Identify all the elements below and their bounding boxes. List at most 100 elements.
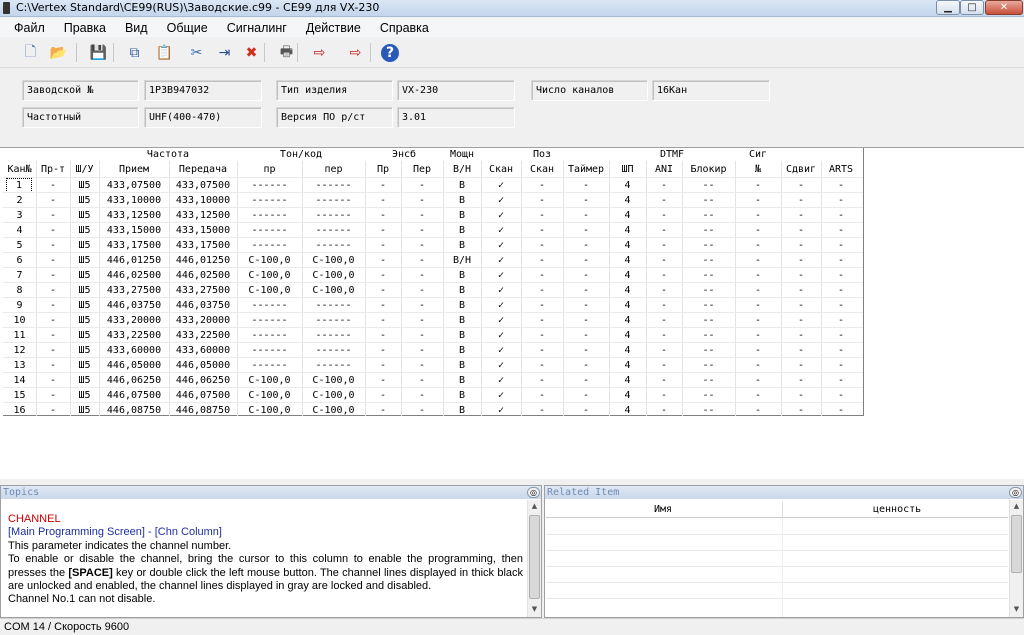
- grid-cell[interactable]: --: [682, 253, 735, 268]
- grid-cell[interactable]: 4: [609, 403, 646, 418]
- grid-cell[interactable]: ✓: [481, 388, 521, 403]
- channel-number-cell[interactable]: 9: [3, 298, 36, 313]
- column-header[interactable]: ANI: [646, 164, 682, 175]
- grid-cell[interactable]: C-100,0: [302, 388, 365, 403]
- grid-cell[interactable]: -: [365, 403, 401, 418]
- read-radio-icon[interactable]: ⇨: [309, 42, 330, 63]
- grid-cell[interactable]: 4: [609, 328, 646, 343]
- grid-cell[interactable]: -: [365, 388, 401, 403]
- grid-cell[interactable]: В: [443, 238, 481, 253]
- grid-cell[interactable]: В: [443, 358, 481, 373]
- grid-cell[interactable]: --: [682, 208, 735, 223]
- grid-cell[interactable]: ------: [237, 193, 302, 208]
- grid-cell[interactable]: -: [735, 298, 781, 313]
- grid-cell[interactable]: 433,10000: [169, 193, 237, 208]
- grid-cell[interactable]: -: [401, 268, 443, 283]
- grid-cell[interactable]: ------: [302, 328, 365, 343]
- grid-cell[interactable]: ------: [237, 328, 302, 343]
- grid-cell[interactable]: -: [365, 313, 401, 328]
- grid-cell[interactable]: Ш5: [70, 388, 99, 403]
- grid-cell[interactable]: --: [682, 343, 735, 358]
- delete-icon[interactable]: ✖: [241, 42, 262, 63]
- grid-cell[interactable]: -: [36, 223, 70, 238]
- menu-item[interactable]: Вид: [125, 21, 148, 35]
- grid-cell[interactable]: -: [735, 223, 781, 238]
- channel-number-cell[interactable]: 16: [3, 403, 36, 418]
- grid-cell[interactable]: -: [36, 373, 70, 388]
- grid-cell[interactable]: -: [36, 208, 70, 223]
- grid-cell[interactable]: 446,01250: [169, 253, 237, 268]
- maximize-button[interactable]: □: [960, 0, 984, 15]
- grid-cell[interactable]: ------: [237, 358, 302, 373]
- grid-cell[interactable]: -: [401, 178, 443, 193]
- grid-cell[interactable]: -: [365, 373, 401, 388]
- grid-cell[interactable]: C-100,0: [302, 253, 365, 268]
- channel-number-cell[interactable]: 2: [3, 193, 36, 208]
- column-header[interactable]: пр: [237, 164, 302, 175]
- grid-cell[interactable]: --: [682, 178, 735, 193]
- grid-cell[interactable]: В: [443, 193, 481, 208]
- grid-cell[interactable]: В/Н: [443, 253, 481, 268]
- grid-cell[interactable]: -: [365, 298, 401, 313]
- help-icon[interactable]: ?: [381, 44, 399, 62]
- grid-cell[interactable]: В: [443, 343, 481, 358]
- grid-cell[interactable]: -: [735, 328, 781, 343]
- grid-cell[interactable]: В: [443, 178, 481, 193]
- grid-cell[interactable]: -: [646, 193, 682, 208]
- grid-cell[interactable]: -: [365, 268, 401, 283]
- grid-cell[interactable]: 446,03750: [99, 298, 169, 313]
- paste-icon[interactable]: 📋: [154, 42, 175, 63]
- grid-cell[interactable]: -: [521, 238, 563, 253]
- channel-number-cell[interactable]: 3: [3, 208, 36, 223]
- grid-cell[interactable]: -: [735, 268, 781, 283]
- grid-cell[interactable]: -: [646, 208, 682, 223]
- grid-cell[interactable]: -: [401, 283, 443, 298]
- grid-cell[interactable]: -: [646, 373, 682, 388]
- grid-cell[interactable]: -: [521, 343, 563, 358]
- grid-cell[interactable]: Ш5: [70, 313, 99, 328]
- close-button[interactable]: ✕: [985, 0, 1023, 15]
- grid-cell[interactable]: -: [521, 253, 563, 268]
- grid-cell[interactable]: Ш5: [70, 343, 99, 358]
- grid-cell[interactable]: --: [682, 403, 735, 418]
- menu-item[interactable]: Действие: [306, 21, 361, 35]
- column-header[interactable]: Сдвиг: [781, 164, 821, 175]
- grid-cell[interactable]: --: [682, 193, 735, 208]
- grid-cell[interactable]: ------: [237, 238, 302, 253]
- topics-scrollbar[interactable]: ▲ ▼: [527, 500, 541, 617]
- grid-cell[interactable]: ✓: [481, 298, 521, 313]
- grid-cell[interactable]: 4: [609, 373, 646, 388]
- grid-cell[interactable]: ------: [237, 208, 302, 223]
- column-header[interactable]: ARTS: [821, 164, 861, 175]
- scroll-down-icon[interactable]: ▼: [1010, 603, 1023, 616]
- grid-cell[interactable]: Ш5: [70, 238, 99, 253]
- grid-cell[interactable]: 4: [609, 313, 646, 328]
- grid-cell[interactable]: -: [521, 328, 563, 343]
- grid-cell[interactable]: Ш5: [70, 403, 99, 418]
- grid-cell[interactable]: Ш5: [70, 268, 99, 283]
- grid-cell[interactable]: -: [365, 283, 401, 298]
- grid-cell[interactable]: 433,10000: [99, 193, 169, 208]
- grid-cell[interactable]: -: [563, 208, 609, 223]
- grid-cell[interactable]: C-100,0: [237, 403, 302, 418]
- grid-cell[interactable]: ✓: [481, 313, 521, 328]
- print-icon[interactable]: 🖶: [276, 42, 297, 63]
- grid-cell[interactable]: 433,60000: [169, 343, 237, 358]
- grid-cell[interactable]: -: [781, 313, 821, 328]
- grid-cell[interactable]: -: [735, 388, 781, 403]
- grid-cell[interactable]: ✓: [481, 193, 521, 208]
- grid-cell[interactable]: -: [521, 178, 563, 193]
- scroll-down-icon[interactable]: ▼: [528, 603, 541, 616]
- grid-cell[interactable]: Ш5: [70, 283, 99, 298]
- grid-cell[interactable]: -: [365, 238, 401, 253]
- grid-cell[interactable]: -: [401, 253, 443, 268]
- grid-cell[interactable]: -: [401, 223, 443, 238]
- grid-cell[interactable]: -: [781, 283, 821, 298]
- grid-cell[interactable]: В: [443, 328, 481, 343]
- grid-cell[interactable]: ------: [302, 298, 365, 313]
- grid-cell[interactable]: -: [563, 268, 609, 283]
- grid-cell[interactable]: 446,01250: [99, 253, 169, 268]
- column-header[interactable]: Таймер: [563, 164, 609, 175]
- grid-cell[interactable]: --: [682, 313, 735, 328]
- channel-number-cell[interactable]: 1: [6, 178, 32, 193]
